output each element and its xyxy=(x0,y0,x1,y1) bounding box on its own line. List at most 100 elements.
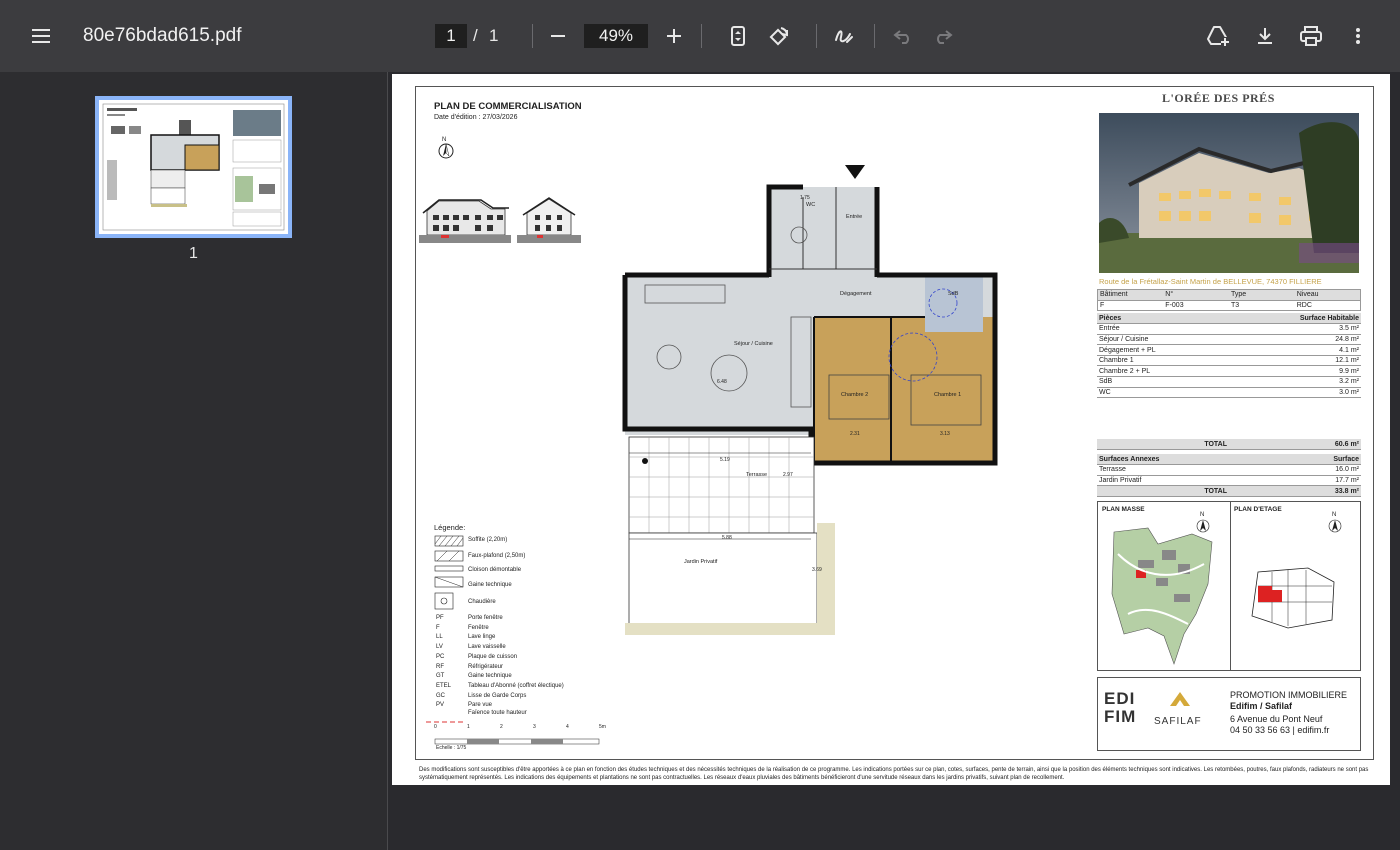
redo-icon[interactable] xyxy=(925,18,961,54)
plan-title: PLAN DE COMMERCIALISATION xyxy=(434,101,582,112)
room-label-degagement: Dégagement xyxy=(840,291,872,297)
room-name: Dégagement + PL xyxy=(1097,344,1227,356)
dim-label: 1.75 xyxy=(800,195,810,201)
date-label: Date d'édition : xyxy=(434,114,481,121)
thumbnail-preview xyxy=(99,100,288,234)
legend-code-desc: Lave linge xyxy=(468,634,496,641)
room-area: 4.1 m² xyxy=(1226,344,1361,356)
legend-code: LV xyxy=(436,644,443,651)
info-value: F-003 xyxy=(1163,300,1229,312)
room-area: 9.9 m² xyxy=(1226,365,1361,378)
room-label-chambre2: Chambre 2 xyxy=(841,392,869,398)
menu-icon[interactable] xyxy=(23,18,59,54)
room-name: Séjour / Cuisine xyxy=(1097,334,1227,346)
edifim-logo: EDIFIM xyxy=(1104,690,1144,726)
more-vert-icon[interactable] xyxy=(1340,18,1376,54)
drive-add-icon[interactable] xyxy=(1200,18,1236,54)
legend-code-desc: Porte fenêtre xyxy=(468,615,503,621)
room-row: Séjour / Cuisine 24.8 m² xyxy=(1097,334,1361,346)
legend-code-desc: Pare vue xyxy=(468,702,493,709)
page-number-input[interactable]: 1 xyxy=(435,24,467,48)
annex-name: Terrasse xyxy=(1097,464,1229,476)
rooms-table: Pièces Surface Habitable Entrée 3.5 m² Séj… xyxy=(1097,313,1361,399)
thumbnail-page-number: 1 xyxy=(189,245,198,262)
legend-code-desc: Fenêtre xyxy=(468,624,489,631)
toolbar-divider xyxy=(816,24,817,48)
legend-code-desc: Réfrigérateur xyxy=(468,663,504,670)
legend-code: RF xyxy=(436,663,444,670)
room-area: 3.2 m² xyxy=(1226,376,1361,388)
legend-code: GC xyxy=(436,692,445,699)
edition-date-label: Date d'édition : 27/03/2026 xyxy=(434,114,517,121)
draw-icon[interactable] xyxy=(826,18,862,54)
page-thumbnail[interactable] xyxy=(95,96,292,238)
room-row: Dégagement + PL 4.1 m² xyxy=(1097,344,1361,356)
room-area: 24.8 m² xyxy=(1226,334,1361,346)
building-elevation-front xyxy=(419,197,511,248)
rooms-header: Pièces xyxy=(1097,313,1227,325)
dim-label: 2.97 xyxy=(783,472,793,478)
undo-icon[interactable] xyxy=(885,18,921,54)
dim-label: 2.31 xyxy=(850,431,860,437)
north-arrow-icon xyxy=(438,143,454,164)
room-area: 3.5 m² xyxy=(1226,323,1361,335)
dim-label: 3.69 xyxy=(812,567,822,573)
scale-tick: 5m xyxy=(599,724,606,730)
download-icon[interactable] xyxy=(1247,18,1283,54)
print-icon[interactable] xyxy=(1293,18,1329,54)
site-plans-box: PLAN MASSE PLAN D'ETAGE N N xyxy=(1097,501,1361,671)
document-viewer[interactable]: PLAN DE COMMERCIALISATION Date d'édition… xyxy=(389,72,1400,850)
legend-code-desc: Lave vaisselle xyxy=(468,644,506,651)
dim-label: 5.19 xyxy=(720,457,730,463)
edifim-logo-text: EDIFIM xyxy=(1104,689,1137,726)
floor-plan xyxy=(621,157,1001,642)
plan-masse-title: PLAN MASSE xyxy=(1102,506,1145,513)
site-plan-map xyxy=(1108,524,1218,671)
project-address: Route de la Frétallaz-Saint Martin de BE… xyxy=(1099,277,1322,286)
room-row: Entrée 3.5 m² xyxy=(1097,323,1361,335)
legend-code-desc: Tableau d'Abonné (coffret électique) xyxy=(468,682,564,689)
scale-tick: 3 xyxy=(533,724,536,730)
scale-ticks: 0 1 2 3 4 5m xyxy=(434,724,606,730)
legend-item: Chaudière xyxy=(468,599,496,605)
annex-row: Jardin Privatif 17.7 m² xyxy=(1097,475,1361,487)
page-total: 1 xyxy=(489,26,499,45)
minus-icon[interactable] xyxy=(540,18,576,54)
legend-code: PF xyxy=(436,615,444,621)
annex-area: 17.7 m² xyxy=(1229,475,1361,487)
toolbar-divider xyxy=(701,24,702,48)
room-label-wc: WC xyxy=(806,202,816,208)
room-row: WC 3.0 m² xyxy=(1097,387,1361,399)
legend-item: Gaine technique xyxy=(468,582,512,588)
legend-symbols xyxy=(434,535,466,620)
zoom-input[interactable]: 49% xyxy=(584,24,648,48)
disclaimer-text: Des modifications sont susceptibles d'êt… xyxy=(419,767,1369,781)
legend-title: Légende: xyxy=(434,523,466,532)
plus-icon[interactable] xyxy=(656,18,692,54)
fit-page-icon[interactable] xyxy=(720,18,756,54)
legend-code-desc: Gaine technique xyxy=(468,673,512,680)
pdf-toolbar: 80e76bdad615.pdf 1 / 1 49% xyxy=(0,0,1400,72)
plan-sheet: PLAN DE COMMERCIALISATION Date d'édition… xyxy=(415,86,1374,760)
safilaf-logo: SAFILAF xyxy=(1154,716,1202,727)
legend-code: PC xyxy=(436,653,445,660)
legend-item: Faux-plafond (2,50m) xyxy=(468,553,526,559)
legend-code-desc: Plaque de cuisson xyxy=(468,653,518,660)
building-render xyxy=(1099,113,1360,278)
dim-label: 5.88 xyxy=(722,535,732,541)
room-name: SdB xyxy=(1097,376,1227,388)
room-name: Entrée xyxy=(1097,323,1227,335)
promoter-line: PROMOTION IMMOBILIERE xyxy=(1230,690,1348,700)
annex-name: Jardin Privatif xyxy=(1097,475,1229,487)
info-header: Niveau xyxy=(1294,289,1361,301)
room-name: Chambre 2 + PL xyxy=(1097,365,1227,378)
room-name: Chambre 1 xyxy=(1097,355,1227,367)
room-row: SdB 3.2 m² xyxy=(1097,376,1361,388)
info-header: N° xyxy=(1163,289,1229,301)
thumbnail-sidebar: 1 xyxy=(0,72,388,850)
annex-header: Surface xyxy=(1229,454,1361,466)
rotate-icon[interactable] xyxy=(761,18,797,54)
info-header: Bâtiment xyxy=(1097,289,1164,301)
dim-label: 6.48 xyxy=(717,379,727,385)
room-area: 3.0 m² xyxy=(1226,387,1361,399)
